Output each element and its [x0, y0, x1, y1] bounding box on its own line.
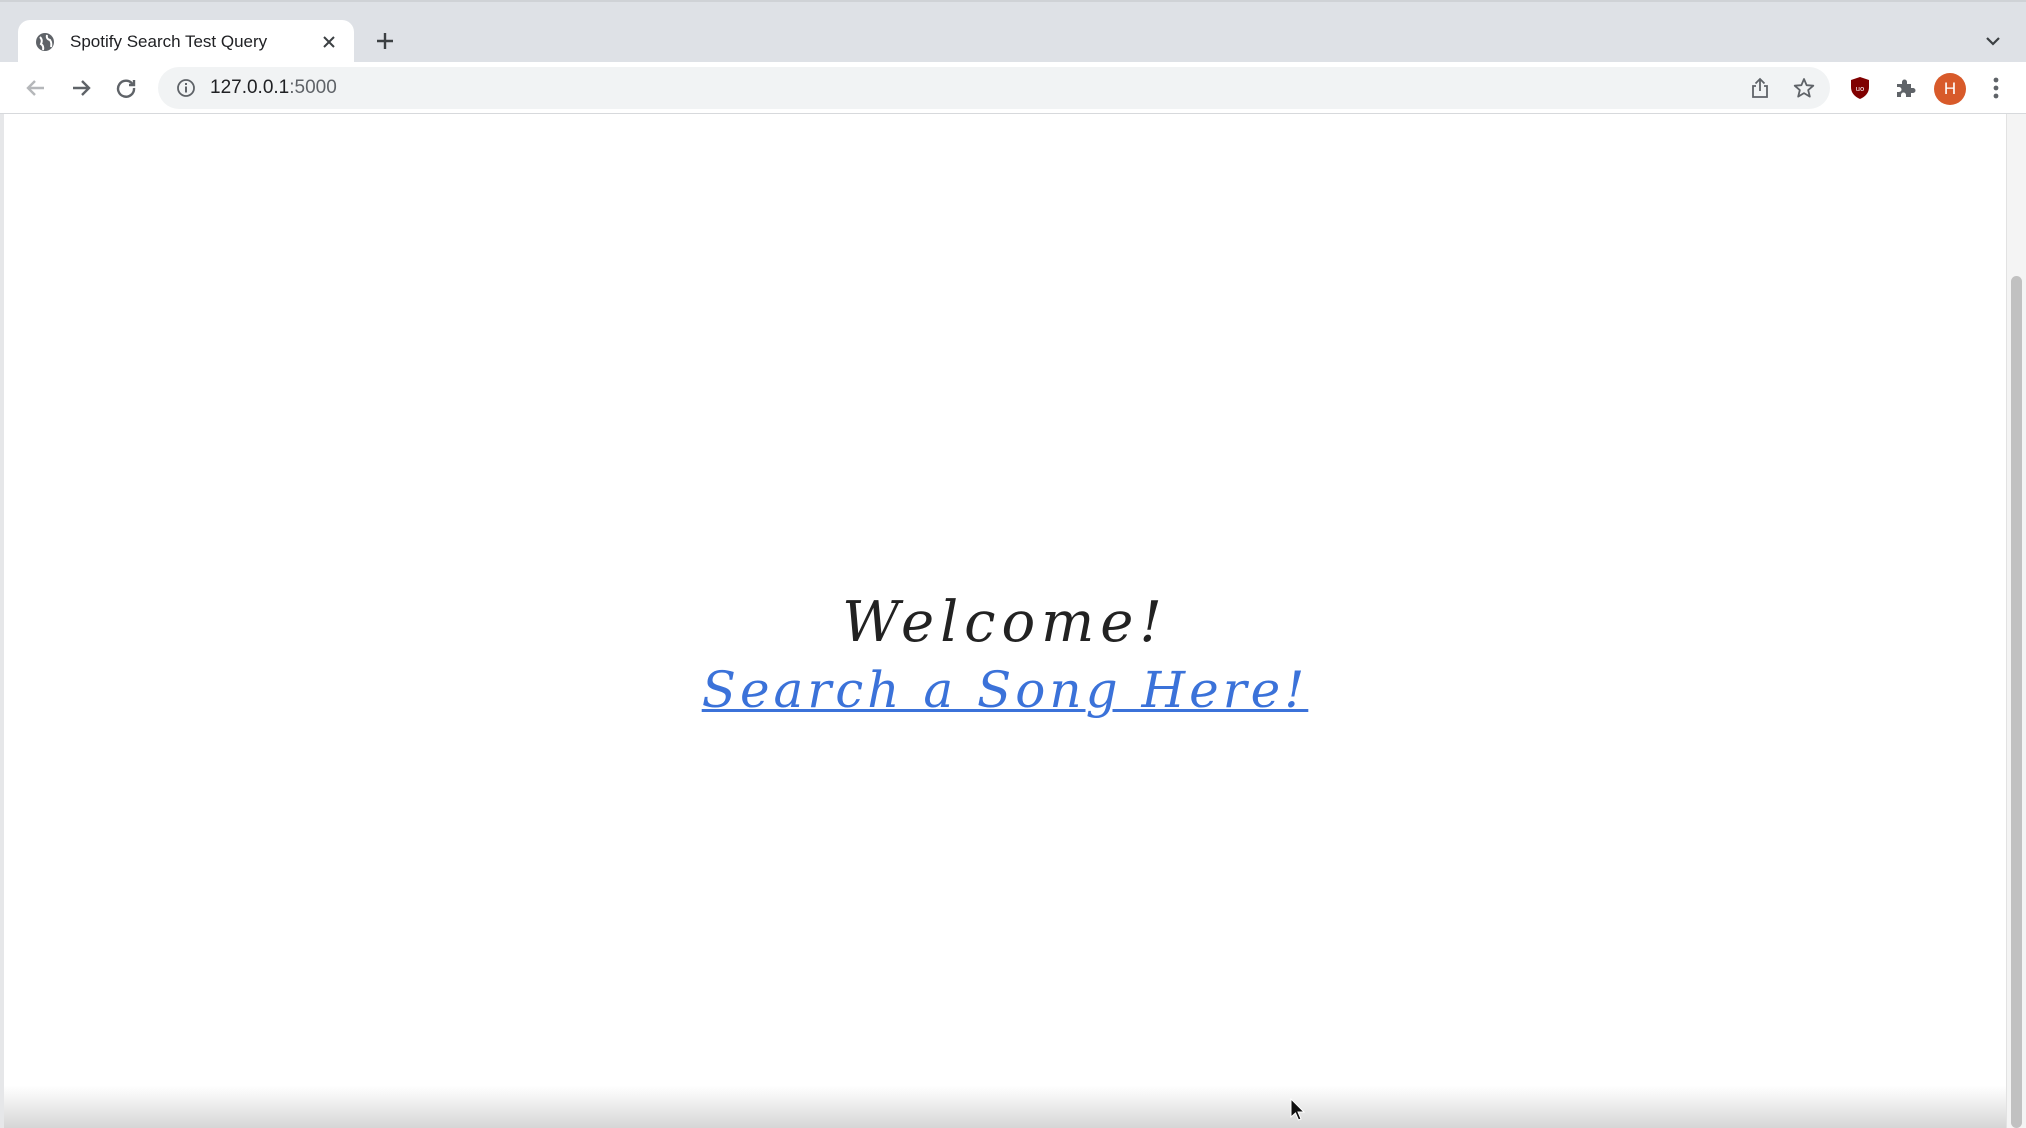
tab-search-chevron-down-icon[interactable]	[1980, 28, 2006, 54]
scrollbar-thumb[interactable]	[2011, 276, 2022, 1128]
profile-avatar[interactable]: H	[1934, 73, 1966, 105]
bookmark-star-icon[interactable]	[1788, 72, 1820, 104]
extensions-puzzle-icon[interactable]	[1889, 72, 1921, 104]
kebab-menu-icon[interactable]	[1980, 72, 2012, 104]
page-viewport: Welcome! Search a Song Here!	[4, 114, 2006, 1128]
welcome-section: Welcome! Search a Song Here!	[4, 590, 2006, 719]
svg-text:uo: uo	[1856, 85, 1865, 93]
mouse-cursor-icon	[1290, 1097, 1306, 1122]
tab-title: Spotify Search Test Query	[70, 32, 268, 51]
search-song-link[interactable]: Search a Song Here!	[702, 661, 1309, 719]
share-icon[interactable]	[1744, 72, 1776, 104]
url-port: :5000	[289, 77, 337, 98]
tab-strip: Spotify Search Test Query	[0, 0, 2026, 64]
back-arrow-icon[interactable]	[20, 72, 52, 104]
browser-toolbar: 127.0.0.1:5000 uo H	[0, 62, 2026, 114]
site-info-icon[interactable]	[174, 76, 198, 100]
globe-icon	[34, 31, 56, 53]
bottom-shadow	[4, 1086, 2006, 1128]
forward-arrow-icon[interactable]	[65, 72, 97, 104]
reload-icon[interactable]	[110, 72, 142, 104]
url-host: 127.0.0.1	[210, 77, 290, 98]
active-tab[interactable]: Spotify Search Test Query	[18, 20, 354, 64]
ublock-shield-icon[interactable]: uo	[1844, 72, 1876, 104]
address-bar[interactable]: 127.0.0.1:5000	[158, 67, 1830, 109]
url-text: 127.0.0.1:5000	[210, 77, 1830, 99]
new-tab-plus-icon[interactable]	[370, 26, 400, 56]
close-tab-icon[interactable]	[316, 29, 342, 55]
welcome-heading: Welcome!	[842, 590, 1168, 655]
vertical-scrollbar[interactable]	[2006, 114, 2026, 1128]
